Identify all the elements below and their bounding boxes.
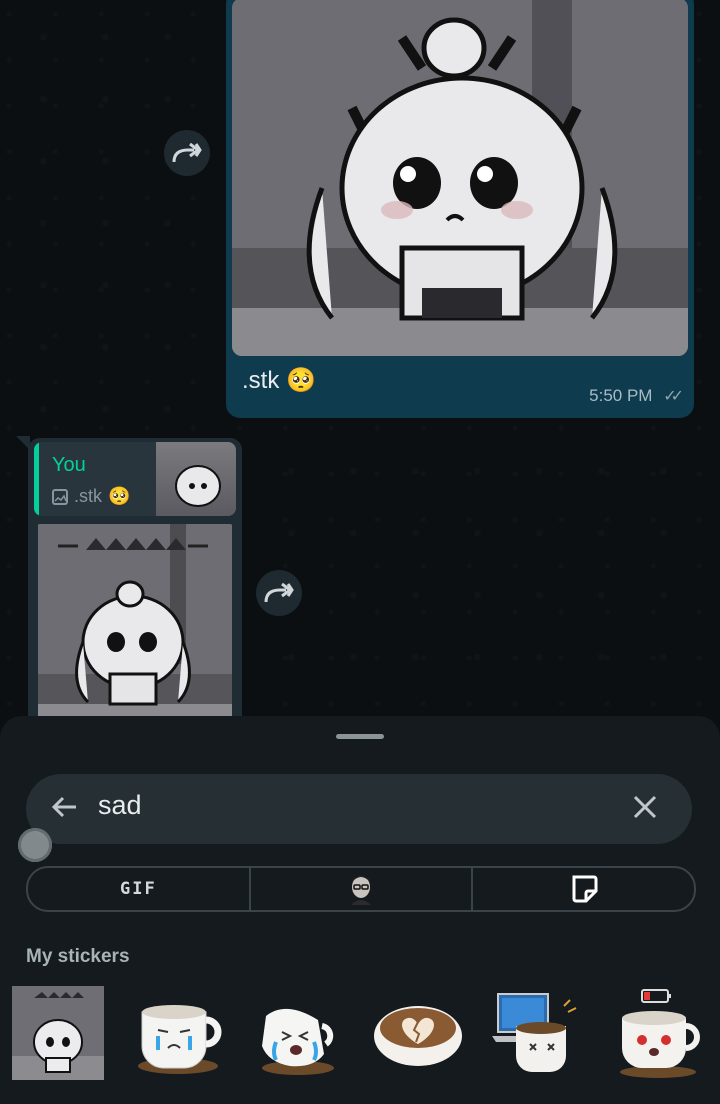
sticker-tabs: GIF xyxy=(26,866,696,912)
laptop-cup-sticker[interactable] xyxy=(492,986,584,1080)
touch-indicator xyxy=(18,828,52,862)
reply-preview: .stk 🥺 xyxy=(52,486,130,507)
back-arrow-icon[interactable] xyxy=(50,792,84,826)
time-text: 5:50 PM xyxy=(589,386,653,405)
reply-accent-bar xyxy=(34,442,39,516)
quoted-reply[interactable]: You .stk 🥺 xyxy=(34,442,236,516)
close-icon[interactable] xyxy=(628,792,662,826)
broken-heart-coffee-sticker[interactable] xyxy=(372,986,464,1080)
sticker-image[interactable] xyxy=(38,524,232,722)
double-check-icon: ✓✓ xyxy=(663,388,684,405)
message-caption: .stk 🥺 xyxy=(242,366,316,395)
sticker-icon xyxy=(572,875,598,903)
sticker-search-bar[interactable]: sad xyxy=(26,774,692,844)
forward-icon xyxy=(264,582,294,603)
gif-icon: GIF xyxy=(119,879,157,899)
tab-gif[interactable]: GIF xyxy=(28,868,251,910)
low-battery-cup-sticker[interactable] xyxy=(612,986,704,1080)
forward-icon xyxy=(172,142,202,163)
incoming-message[interactable]: You .stk 🥺 xyxy=(28,438,242,738)
reply-text: .stk xyxy=(74,486,103,506)
sticker-picker-sheet: sad GIF My stickers xyxy=(0,716,720,1104)
avatar-icon xyxy=(351,876,371,905)
message-timestamp: 5:50 PM ✓✓ xyxy=(589,386,684,406)
sobbing-cup-sticker[interactable] xyxy=(252,986,344,1080)
forward-button[interactable] xyxy=(256,570,302,616)
forward-button[interactable] xyxy=(164,130,210,176)
reply-author: You xyxy=(52,454,86,476)
drag-handle[interactable] xyxy=(336,734,384,739)
sticker-image[interactable] xyxy=(232,0,688,356)
section-title-my-stickers: My stickers xyxy=(26,946,130,967)
image-icon xyxy=(52,488,68,505)
caption-text: .stk xyxy=(242,367,280,394)
reply-thumbnail xyxy=(156,442,236,516)
tab-stickers[interactable] xyxy=(473,868,694,910)
crying-cup-sticker[interactable] xyxy=(132,986,224,1080)
pleading-face-emoji: 🥺 xyxy=(108,486,131,506)
pleading-face-emoji: 🥺 xyxy=(286,367,316,394)
search-input[interactable]: sad xyxy=(98,790,142,821)
sticker-grid xyxy=(12,986,712,1080)
anime-girl-sticker[interactable] xyxy=(12,986,104,1080)
tab-avatar[interactable] xyxy=(251,868,474,910)
outgoing-message[interactable]: .stk 🥺 5:50 PM ✓✓ xyxy=(226,0,694,418)
